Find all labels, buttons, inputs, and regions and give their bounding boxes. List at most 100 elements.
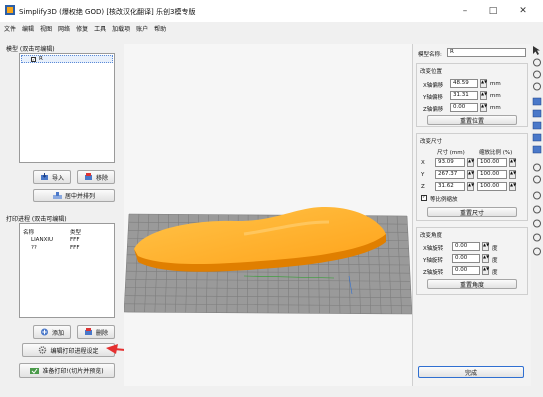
view-top-icon[interactable] — [531, 108, 543, 119]
app-logo-icon — [5, 5, 15, 15]
menu-view[interactable]: 视图 — [40, 24, 52, 35]
resize-icon[interactable] — [531, 69, 543, 80]
z-rotation-spinner[interactable]: ▲▼ — [482, 266, 489, 275]
y-rotation-label: Y轴旋转 — [423, 258, 443, 264]
models-list[interactable]: ✓ R — [19, 53, 115, 163]
size-y-spinner[interactable]: ▲▼ — [467, 170, 474, 179]
reset-position-button[interactable]: 重置位置 — [427, 115, 517, 125]
processes-panel-label: 打印进程 (双击可编辑) — [6, 216, 67, 223]
z-offset-label: Z轴偏移 — [423, 107, 444, 113]
table-row[interactable]: ?? FFF — [20, 245, 114, 252]
view-default-icon[interactable] — [531, 96, 543, 107]
close-button[interactable]: ✕ — [513, 5, 533, 17]
rotate-icon[interactable] — [531, 81, 543, 92]
y-offset-label: Y轴偏移 — [423, 95, 443, 101]
remove-button[interactable]: 移除 — [77, 170, 115, 184]
model-name-field[interactable]: R — [447, 48, 526, 57]
z-rotation-field[interactable]: 0.00 — [452, 266, 480, 275]
x-rotation-label: X轴旋转 — [423, 246, 444, 252]
z-offset-field[interactable]: 0.00 — [450, 103, 478, 112]
size-x-field[interactable]: 93.09 — [435, 158, 465, 167]
view-iso-icon[interactable] — [531, 144, 543, 155]
center-arrange-button[interactable]: 居中并排列 — [33, 189, 115, 202]
processes-list[interactable]: 名称 类型 LIANXIU FFF ?? FFF — [19, 223, 115, 318]
move-icon[interactable] — [531, 57, 543, 68]
center-arrange-icon — [52, 191, 62, 200]
properties-panel: 模型名称: R 改变位置 X轴偏移 48.59 ▲▼ mm Y轴偏移 31.31… — [412, 44, 531, 386]
size-z-label: Z — [421, 184, 425, 190]
view-side-icon[interactable] — [531, 132, 543, 143]
menu-account[interactable]: 账户 — [136, 24, 148, 35]
process-name: ?? — [31, 245, 37, 251]
z-offset-spinner[interactable]: ▲▼ — [480, 103, 487, 112]
scale-header: 缩放比例 (%) — [479, 150, 513, 156]
y-rotation-spinner[interactable]: ▲▼ — [482, 254, 489, 263]
z-rotation-label: Z轴旋转 — [423, 270, 444, 276]
done-button[interactable]: 完成 — [418, 366, 524, 378]
window-title: Simplify3D (爆权绝 GOD) [核改汉化翻译] 乐创3模专版 — [19, 8, 196, 16]
scale-y-field[interactable]: 100.00 — [477, 170, 507, 179]
remove-icon — [84, 173, 93, 181]
reset-rotation-button[interactable]: 重置角度 — [427, 279, 517, 289]
menu-edit[interactable]: 编辑 — [22, 24, 34, 35]
mesh-icon[interactable] — [531, 218, 543, 229]
y-rotation-field[interactable]: 0.00 — [452, 254, 480, 263]
y-offset-field[interactable]: 31.31 — [450, 91, 478, 100]
scale-y-spinner[interactable]: ▲▼ — [509, 170, 516, 179]
minimize-button[interactable]: – — [455, 5, 475, 17]
x-rotation-field[interactable]: 0.00 — [452, 242, 480, 251]
size-x-spinner[interactable]: ▲▼ — [467, 158, 474, 167]
size-x-label: X — [421, 160, 425, 166]
process-type: FFF — [70, 237, 80, 243]
menu-help[interactable]: 帮助 — [154, 24, 166, 35]
menu-tools[interactable]: 工具 — [94, 24, 106, 35]
z-offset-unit: mm — [490, 105, 501, 111]
col-header-type: 类型 — [70, 230, 82, 236]
camera-icon[interactable] — [531, 190, 543, 201]
x-offset-unit: mm — [490, 81, 501, 87]
size-z-field[interactable]: 31.62 — [435, 182, 465, 191]
axis-icon[interactable] — [531, 204, 543, 215]
size-header: 尺寸 (mm) — [437, 150, 465, 156]
scale-z-spinner[interactable]: ▲▼ — [509, 182, 516, 191]
col-header-name: 名称 — [23, 230, 35, 236]
y-offset-spinner[interactable]: ▲▼ — [480, 91, 487, 100]
menu-addons[interactable]: 加载项 — [112, 24, 130, 35]
prepare-print-icon — [30, 367, 40, 375]
print-bed-scene — [123, 206, 413, 315]
ruler-icon[interactable] — [531, 162, 543, 173]
reset-size-button[interactable]: 重置尺寸 — [427, 207, 517, 217]
cube-icon[interactable] — [531, 174, 543, 185]
size-group: 改变尺寸 尺寸 (mm) 缩放比例 (%) X 93.09 ▲▼ 100.00 … — [416, 133, 528, 221]
list-item[interactable]: ✓ R — [21, 55, 113, 63]
size-y-field[interactable]: 267.37 — [435, 170, 465, 179]
size-z-spinner[interactable]: ▲▼ — [467, 182, 474, 191]
maximize-button[interactable]: □ — [483, 5, 503, 17]
menu-repair[interactable]: 修复 — [76, 24, 88, 35]
scale-x-spinner[interactable]: ▲▼ — [509, 158, 516, 167]
3d-viewport[interactable] — [123, 44, 413, 386]
x-rotation-spinner[interactable]: ▲▼ — [482, 242, 489, 251]
position-group: 改变位置 X轴偏移 48.59 ▲▼ mm Y轴偏移 31.31 ▲▼ mm Z… — [416, 63, 528, 127]
import-label: 导入 — [51, 174, 64, 182]
grid-icon[interactable] — [531, 246, 543, 257]
import-button[interactable]: 导入 — [33, 170, 71, 184]
table-row[interactable]: LIANXIU FFF — [20, 237, 114, 244]
x-offset-field[interactable]: 48.59 — [450, 79, 478, 88]
settings-icon[interactable] — [531, 232, 543, 243]
menu-file[interactable]: 文件 — [4, 24, 16, 35]
title-bar: Simplify3D (爆权绝 GOD) [核改汉化翻译] 乐创3模专版 – □… — [0, 0, 543, 22]
scale-x-field[interactable]: 100.00 — [477, 158, 507, 167]
view-front-icon[interactable] — [531, 120, 543, 131]
cursor-icon[interactable] — [531, 45, 543, 56]
x-rotation-unit: 度 — [492, 246, 498, 252]
add-process-button[interactable]: 添加 — [33, 325, 71, 339]
scale-z-field[interactable]: 100.00 — [477, 182, 507, 191]
process-name: LIANXIU — [31, 237, 53, 243]
x-offset-label: X轴偏移 — [423, 83, 444, 89]
menu-mesh[interactable]: 网络 — [58, 24, 70, 35]
process-type: FFF — [70, 245, 80, 251]
x-offset-spinner[interactable]: ▲▼ — [480, 79, 487, 88]
model-checkbox[interactable]: ✓ — [31, 57, 36, 62]
uniform-scale-checkbox[interactable]: ✓ — [421, 195, 427, 201]
